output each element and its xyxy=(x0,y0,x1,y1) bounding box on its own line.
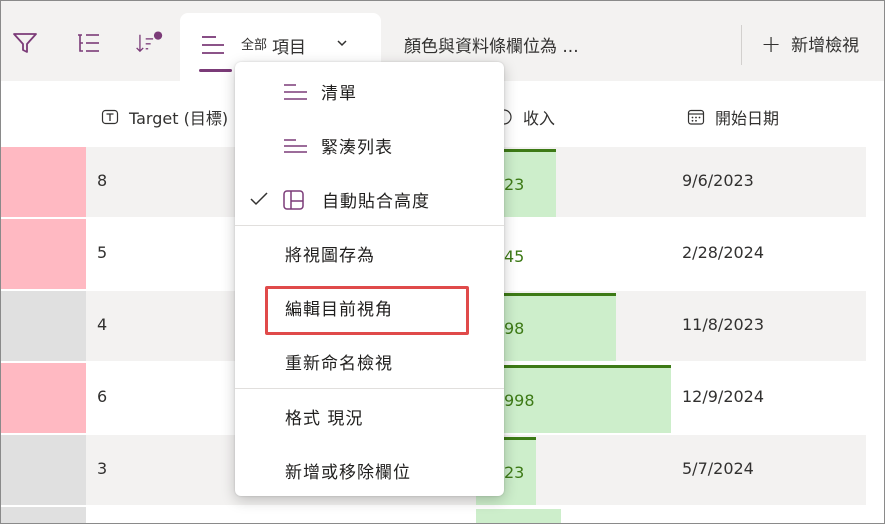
active-view-label: 項目 xyxy=(272,38,306,58)
target-cell: 3 xyxy=(97,459,108,478)
menu-item-compact-list-label: 緊湊列表 xyxy=(321,137,393,158)
color-swatch xyxy=(1,219,86,289)
view-options-menu: 清單 緊湊列表 自動貼合高度 將視圖存為 編輯目前視角 重新命名檢視 格式 現況… xyxy=(235,62,504,496)
menu-item-list[interactable]: 清單 xyxy=(235,64,504,118)
start-date-cell: 12/9/2024 xyxy=(682,387,765,406)
new-view-label: 新增檢視 xyxy=(791,36,860,56)
group-by-icon[interactable] xyxy=(74,29,102,57)
income-cell: 98 xyxy=(504,319,525,338)
column-header-start-date[interactable]: 開始日期 xyxy=(687,105,779,129)
income-cell: 45 xyxy=(504,247,525,266)
menu-item-list-label: 清單 xyxy=(321,83,357,104)
column-header-income-label: 收入 xyxy=(523,109,556,128)
menu-item-add-remove-columns-label: 新增或移除欄位 xyxy=(285,462,411,483)
autofit-grid-icon xyxy=(283,190,304,210)
list-view-window: 全部 項目 顏色與資料條欄位為 ... + 新增檢視 Target (目標) 收… xyxy=(0,0,885,524)
data-bar xyxy=(476,509,561,523)
chevron-down-icon[interactable] xyxy=(335,35,349,54)
start-date-cell: 2/28/2024 xyxy=(682,243,765,262)
menu-item-add-remove-columns[interactable]: 新增或移除欄位 xyxy=(235,443,504,497)
menu-item-autofit-height-label: 自動貼合高度 xyxy=(322,191,430,212)
target-cell: 6 xyxy=(97,387,108,406)
filter-icon[interactable] xyxy=(11,29,39,57)
color-swatch xyxy=(1,291,86,361)
color-swatch xyxy=(1,363,86,433)
menu-item-compact-list[interactable]: 緊湊列表 xyxy=(235,118,504,172)
menu-item-save-view-as-label: 將視圖存為 xyxy=(285,245,375,266)
income-cell: 998 xyxy=(504,391,535,410)
column-header-target[interactable]: Target (目標) xyxy=(101,105,228,129)
color-swatch xyxy=(1,507,86,523)
calendar-icon xyxy=(687,109,705,125)
start-date-cell: 11/8/2023 xyxy=(682,315,765,334)
menu-item-save-view-as[interactable]: 將視圖存為 xyxy=(235,226,504,280)
new-view-button[interactable]: + 新增檢視 xyxy=(761,29,860,58)
start-date-cell: 5/7/2024 xyxy=(682,459,754,478)
column-header-target-label: Target (目標) xyxy=(129,109,229,128)
menu-item-rename-view-label: 重新命名檢視 xyxy=(285,353,393,374)
sort-icon[interactable] xyxy=(135,29,163,57)
target-cell: 4 xyxy=(97,315,108,334)
plus-icon: + xyxy=(761,29,782,58)
start-date-cell: 9/6/2023 xyxy=(682,171,754,190)
toolbar-divider xyxy=(741,25,742,65)
menu-item-format-view[interactable]: 格式 現況 xyxy=(235,389,504,443)
target-cell: 5 xyxy=(97,243,108,262)
active-view-underline xyxy=(199,69,232,72)
income-cell: 23 xyxy=(504,175,525,194)
highlight-box xyxy=(265,286,469,335)
text-column-icon xyxy=(101,109,119,125)
other-view-tab[interactable]: 顏色與資料條欄位為 ... xyxy=(404,32,579,57)
menu-item-format-view-label: 格式 現況 xyxy=(285,408,364,429)
list-lines-icon xyxy=(200,34,226,60)
target-cell: 8 xyxy=(97,171,108,190)
active-view-prefix: 全部 xyxy=(241,38,268,53)
column-header-start-date-label: 開始日期 xyxy=(715,109,780,128)
menu-item-rename-view[interactable]: 重新命名檢視 xyxy=(235,334,504,388)
table-row-partial xyxy=(1,507,866,523)
column-header-income[interactable]: 收入 xyxy=(495,105,555,129)
color-swatch xyxy=(1,147,86,217)
color-swatch xyxy=(1,435,86,505)
list-icon xyxy=(284,84,307,100)
data-bar-top-line xyxy=(476,365,671,368)
income-cell: 23 xyxy=(504,463,525,482)
menu-item-autofit-height[interactable]: 自動貼合高度 xyxy=(235,172,504,226)
checkmark-icon xyxy=(250,192,268,206)
compact-list-icon xyxy=(284,139,307,153)
